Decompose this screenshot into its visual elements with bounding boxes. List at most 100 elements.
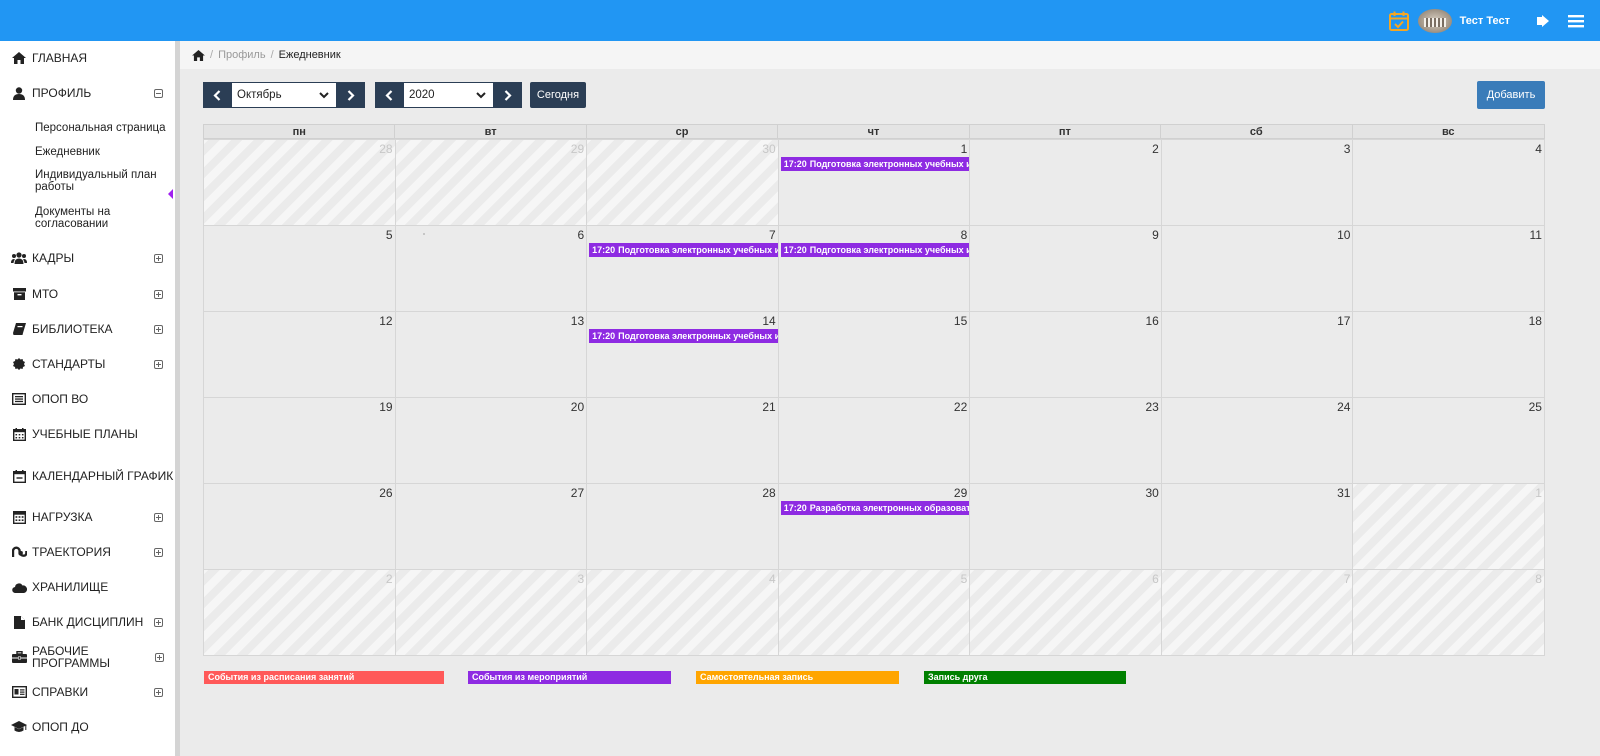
day-cell[interactable]: 23 [970,398,1162,484]
sidebar-item-work-programs[interactable]: РАБОЧИЕ ПРОГРАММЫ [0,645,175,669]
expand-icon[interactable] [154,617,163,627]
day-cell[interactable]: 28 [204,140,396,226]
day-cell[interactable]: 5 [204,226,396,312]
sidebar-item-home[interactable]: ГЛАВНАЯ [0,51,175,65]
day-cell[interactable]: 10 [1161,226,1354,312]
day-cell[interactable]: 8 [1353,570,1545,656]
day-cell[interactable]: 24 [1161,398,1354,484]
sidebar-item-workload[interactable]: НАГРУЗКА [0,510,175,524]
day-cell[interactable]: 1 17:20 Подготовка электронных учебных изд [778,140,971,226]
day-cell[interactable]: 21 [587,398,779,484]
avatar[interactable] [1417,8,1452,33]
day-cell[interactable]: 5 [778,570,971,656]
sidebar-item-trajectory[interactable]: ТРАЕКТОРИЯ [0,545,175,559]
calendar-check-icon[interactable] [1388,10,1410,32]
day-cell[interactable]: 17 [1161,312,1354,398]
calendar-event[interactable]: 17:20 Подготовка электронных учебных изд [589,243,778,257]
sidebar-scrollbar[interactable] [175,41,180,756]
expand-icon[interactable] [154,324,163,334]
next-year-button[interactable] [494,82,522,108]
day-cell[interactable]: 16 [970,312,1162,398]
next-month-button[interactable] [337,82,365,108]
prev-year-button[interactable] [375,82,403,108]
day-cell[interactable]: 20 [395,398,588,484]
collapse-icon[interactable] [154,88,163,98]
day-cell[interactable]: 30 [587,140,779,226]
today-button[interactable]: Сегодня [530,82,586,108]
day-cell[interactable]: 25 [1353,398,1545,484]
sidebar-item-profile[interactable]: ПРОФИЛЬ [0,86,175,100]
user-name[interactable]: Тест Тест [1460,15,1510,27]
day-cell[interactable]: 9 [970,226,1162,312]
month-select[interactable]: Октябрь [231,82,337,108]
day-cell[interactable]: 31 [1161,484,1354,570]
day-cell[interactable]: 13 [395,312,588,398]
day-cell[interactable]: 19 [204,398,396,484]
day-cell[interactable]: 12 [204,312,396,398]
sidebar-item-staff[interactable]: КАДРЫ [0,251,175,265]
prev-month-button[interactable] [203,82,231,108]
day-cell[interactable]: 14 17:20 Подготовка электронных учебных из… [587,312,779,398]
day-cell[interactable]: 26 [204,484,396,570]
day-cell[interactable]: 2 [970,140,1162,226]
sidebar-item-calendar-schedule[interactable]: КАЛЕНДАРНЫЙ ГРАФИК [0,462,175,490]
calendar-event[interactable]: 17:20 Подготовка электронных учебных изд [780,243,970,257]
chevron-left-icon [213,89,221,101]
sidebar-subitem-personal-page[interactable]: Персональная страница [35,122,170,134]
sidebar-item-library[interactable]: БИБЛИОТЕКА [0,322,175,336]
day-cell[interactable]: 18 [1353,312,1545,398]
event-title: Подготовка электронных учебных изд [618,245,778,255]
day-cell[interactable]: 15 [778,312,971,398]
archive-icon [11,287,27,301]
day-cell[interactable]: 2 [204,570,396,656]
day-cell[interactable]: 4 [1353,140,1545,226]
day-cell[interactable]: 6 [395,226,588,312]
calendar-event[interactable]: 17:20 Подготовка электронных учебных изд [780,157,970,171]
sidebar-item-references[interactable]: СПРАВКИ [0,685,175,699]
add-button[interactable]: Добавить [1477,81,1545,109]
day-cell[interactable]: 22 [778,398,971,484]
day-cell[interactable]: 11 [1353,226,1545,312]
sidebar-item-opop-vo[interactable]: ОПОП ВО [0,392,175,406]
day-cell[interactable]: 28 [587,484,779,570]
day-cell[interactable]: 30 [970,484,1162,570]
day-cell[interactable]: 7 17:20 Подготовка электронных учебных изд [587,226,779,312]
day-cell[interactable]: 29 [395,140,588,226]
home-icon[interactable] [192,49,205,61]
calendar-event[interactable]: 17:20 Разработка электронных образовател [780,501,970,515]
sidebar-item-discipline-bank[interactable]: БАНК ДИСЦИПЛИН [0,615,175,629]
day-cell[interactable]: 4 [587,570,779,656]
day-cell[interactable]: 29 17:20 Разработка электронных образовате… [778,484,971,570]
expand-icon[interactable] [154,547,163,557]
day-cell[interactable]: 1 [1353,484,1545,570]
expand-icon[interactable] [154,289,163,299]
year-select[interactable]: 2020 [403,82,494,108]
sidebar-item-opop-do[interactable]: ОПОП ДО [0,720,175,734]
expand-icon[interactable] [154,512,163,522]
event-time: 17:20 [783,159,807,169]
day-cell[interactable]: 27 [395,484,588,570]
legend-self-record: Самостоятельная запись [696,671,899,684]
expand-icon[interactable] [155,652,164,662]
breadcrumb-profile[interactable]: Профиль [218,49,266,61]
day-cell[interactable]: 3 [395,570,588,656]
day-cell[interactable]: 7 [1161,570,1354,656]
expand-icon[interactable] [154,687,163,697]
day-cell[interactable]: 8 17:20 Подготовка электронных учебных изд [778,226,971,312]
calendar-event[interactable]: 17:20 Подготовка электронных учебных изд [589,329,778,343]
sidebar-subitem-documents[interactable]: Документы на согласовании [35,206,170,230]
sidebar-item-study-plans[interactable]: УЧЕБНЫЕ ПЛАНЫ [0,427,175,441]
sidebar-subitem-individual-plan[interactable]: Индивидуальный план работы [35,169,170,193]
menu-icon[interactable] [1568,14,1584,28]
briefcase-icon [11,650,27,664]
expand-icon[interactable] [154,359,163,369]
day-cell[interactable]: 6 [970,570,1162,656]
day-cell[interactable]: 3 [1161,140,1354,226]
sidebar-item-standards[interactable]: СТАНДАРТЫ [0,357,175,371]
sidebar-subitem-diary[interactable]: Ежедневник [35,146,170,158]
logout-icon[interactable] [1536,14,1550,28]
users-icon [11,251,27,265]
expand-icon[interactable] [154,253,163,263]
sidebar-item-mto[interactable]: МТО [0,287,175,301]
sidebar-item-storage[interactable]: ХРАНИЛИЩЕ [0,580,175,594]
